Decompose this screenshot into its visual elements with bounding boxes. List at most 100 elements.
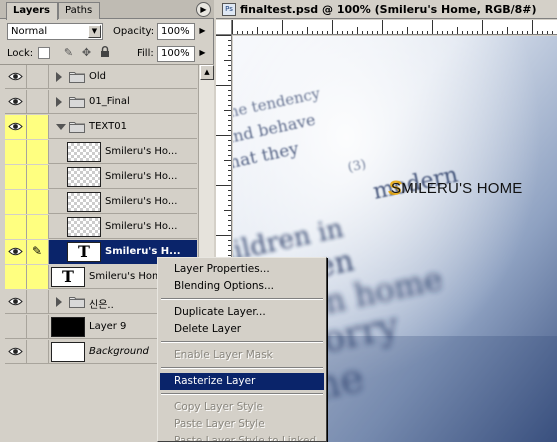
- menu-item-rasterize-layer[interactable]: Rasterize Layer: [160, 373, 324, 390]
- link-brush-column[interactable]: [27, 140, 49, 164]
- layer-row[interactable]: Smileru's Ho...: [5, 140, 197, 164]
- folder-icon: [69, 296, 85, 308]
- expand-down-icon[interactable]: [56, 124, 66, 130]
- tab-paths[interactable]: Paths: [58, 2, 100, 19]
- visibility-toggle[interactable]: [5, 90, 27, 114]
- layer-content[interactable]: 01_Final: [49, 90, 197, 114]
- layer-thumbnail: [67, 142, 101, 162]
- visibility-toggle[interactable]: [5, 115, 27, 139]
- link-brush-column[interactable]: [27, 65, 49, 89]
- visibility-toggle[interactable]: [5, 265, 27, 289]
- layer-content[interactable]: Smileru's Ho...: [49, 215, 197, 239]
- menu-separator: [161, 367, 323, 369]
- layer-thumbnail: [67, 217, 101, 237]
- document-title-bar[interactable]: Ps finaltest.psd @ 100% (Smileru's Home,…: [216, 0, 557, 19]
- visibility-toggle[interactable]: [5, 65, 27, 89]
- layer-thumbnail: [51, 342, 85, 362]
- layer-row[interactable]: Smileru's Ho...: [5, 215, 197, 239]
- move-lock-icon[interactable]: ✥: [80, 46, 93, 60]
- eye-icon: [8, 72, 23, 81]
- eye-icon: [8, 347, 23, 356]
- fill-field[interactable]: 100%: [157, 46, 195, 62]
- layer-name: 신은..: [89, 300, 114, 311]
- expand-right-icon[interactable]: [56, 72, 62, 82]
- ruler-origin[interactable]: [216, 20, 232, 35]
- menu-item-paste-layer-style-to-linked: Paste Layer Style to Linked: [174, 435, 317, 442]
- smileru-logo-overlay: S SMILERU'S HOME: [388, 177, 523, 200]
- brush-icon: ✎: [32, 244, 43, 258]
- visibility-toggle[interactable]: [5, 240, 27, 264]
- link-brush-column[interactable]: [27, 315, 49, 339]
- padlock-icon[interactable]: [98, 46, 111, 60]
- lock-transparency-checkbox[interactable]: [38, 47, 50, 59]
- layer-content[interactable]: TEXT01: [49, 115, 197, 139]
- brush-lock-icon[interactable]: ✎: [62, 46, 75, 60]
- psd-file-icon: Ps: [222, 3, 236, 16]
- layer-content[interactable]: Old: [49, 65, 197, 89]
- expand-right-icon[interactable]: [56, 297, 62, 307]
- folder-icon: [69, 71, 85, 83]
- tab-layers[interactable]: Layers: [6, 2, 58, 20]
- layer-name: Smileru's H...: [105, 246, 181, 257]
- layer-name: TEXT01: [89, 121, 127, 132]
- link-brush-column[interactable]: [27, 265, 49, 289]
- blend-opacity-row: Normal ▼ Opacity: 100% ▶: [0, 21, 214, 43]
- palette-tab-bar: Layers Paths ▶: [0, 0, 214, 20]
- layer-row[interactable]: TEXT01: [5, 115, 197, 139]
- opacity-label: Opacity:: [113, 26, 155, 37]
- folder-icon: [69, 96, 85, 108]
- menu-separator: [161, 298, 323, 300]
- visibility-toggle[interactable]: [5, 290, 27, 314]
- menu-item-paste-layer-style: Paste Layer Style: [174, 418, 265, 430]
- folder-icon: [69, 121, 85, 133]
- visibility-toggle[interactable]: [5, 140, 27, 164]
- expand-right-icon[interactable]: [56, 97, 62, 107]
- layer-name: Old: [89, 71, 106, 82]
- opacity-field[interactable]: 100%: [157, 23, 195, 40]
- layer-content[interactable]: Smileru's Ho...: [49, 165, 197, 189]
- layer-row[interactable]: 01_Final: [5, 90, 197, 114]
- menu-item-blending-options[interactable]: Blending Options...: [160, 278, 324, 295]
- visibility-toggle[interactable]: [5, 315, 27, 339]
- chevron-down-icon[interactable]: ▼: [88, 25, 101, 38]
- link-brush-column[interactable]: [27, 165, 49, 189]
- menu-item-copy-layer-style: Copy Layer Style: [174, 401, 263, 413]
- menu-item-layer-properties[interactable]: Layer Properties...: [160, 261, 324, 278]
- visibility-toggle[interactable]: [5, 215, 27, 239]
- link-brush-column[interactable]: [27, 290, 49, 314]
- layer-row[interactable]: Smileru's Ho...: [5, 190, 197, 214]
- link-brush-column[interactable]: [27, 215, 49, 239]
- link-brush-column[interactable]: ✎: [27, 240, 49, 264]
- fill-slider-arrow-icon[interactable]: ▶: [196, 45, 209, 62]
- layer-thumbnail: [51, 317, 85, 337]
- layer-content[interactable]: Smileru's Ho...: [49, 140, 197, 164]
- document-title: finaltest.psd @ 100% (Smileru's Home, RG…: [240, 3, 537, 16]
- layer-content[interactable]: Smileru's Ho...: [49, 190, 197, 214]
- horizontal-ruler-ticks: [232, 20, 553, 34]
- menu-item-delete-layer[interactable]: Delete Layer: [160, 321, 324, 338]
- visibility-toggle[interactable]: [5, 165, 27, 189]
- layer-row[interactable]: Smileru's Ho...: [5, 165, 197, 189]
- opacity-slider-arrow-icon[interactable]: ▶: [196, 23, 209, 40]
- horizontal-ruler[interactable]: [232, 20, 557, 35]
- link-brush-column[interactable]: [27, 340, 49, 364]
- lock-fill-row: Lock: ✎ ✥ Fill: 100% ▶: [0, 43, 214, 65]
- menu-item-duplicate-layer[interactable]: Duplicate Layer...: [160, 304, 324, 321]
- lock-label: Lock:: [7, 48, 34, 59]
- layer-row[interactable]: Old: [5, 65, 197, 89]
- link-brush-column[interactable]: [27, 90, 49, 114]
- visibility-toggle[interactable]: [5, 190, 27, 214]
- palette-menu-icon[interactable]: ▶: [196, 2, 211, 17]
- layer-name: Smileru's Ho...: [105, 221, 178, 232]
- layer-thumbnail: [67, 192, 101, 212]
- link-brush-column[interactable]: [27, 115, 49, 139]
- menu-item-enable-layer-mask: Enable Layer Mask: [174, 349, 273, 361]
- blend-mode-select[interactable]: Normal ▼: [7, 23, 103, 40]
- text-layer-icon: T: [51, 267, 85, 287]
- fill-label: Fill:: [137, 48, 154, 59]
- visibility-toggle[interactable]: [5, 340, 27, 364]
- photoshop-window: Layers Paths ▶ Normal ▼ Opacity: 100% ▶ …: [0, 0, 557, 442]
- scroll-up-icon[interactable]: ▲: [200, 65, 214, 80]
- layer-name: 01_Final: [89, 96, 130, 107]
- link-brush-column[interactable]: [27, 190, 49, 214]
